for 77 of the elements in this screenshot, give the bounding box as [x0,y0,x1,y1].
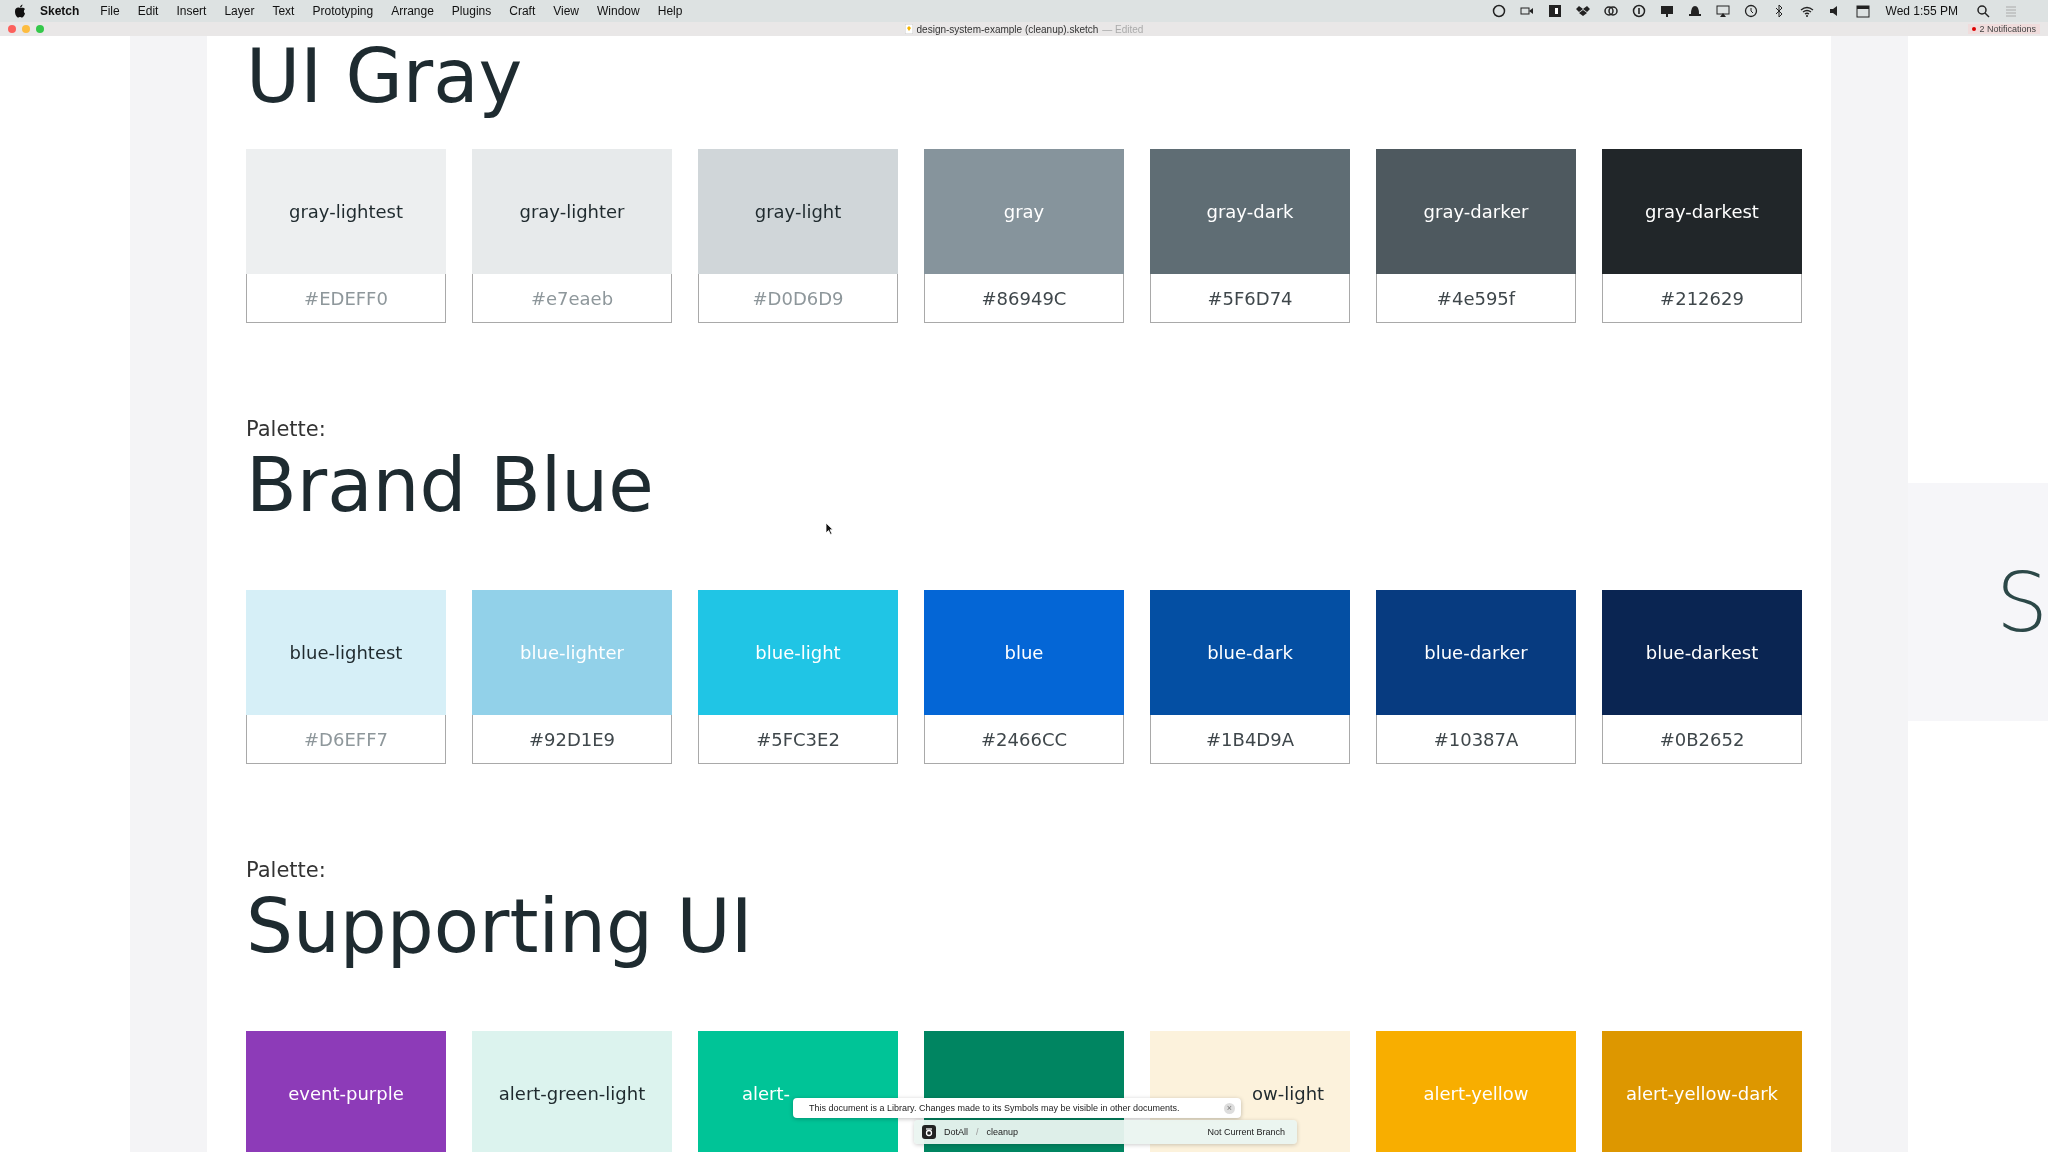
swatch-name: blue-darker [1424,642,1528,664]
mouse-cursor-icon [825,522,834,535]
clock-icon[interactable] [1743,4,1758,18]
rings-icon[interactable] [1603,4,1618,18]
path-separator: / [976,1127,979,1137]
menu-item[interactable]: Plugins [442,4,501,18]
branch-status: Not Current Branch [1207,1127,1285,1137]
document-icon [904,24,913,34]
swatch-name: ow-light [1252,1083,1325,1105]
swatch-name: blue-light [755,642,841,664]
hex-value: #0B2652 [1602,715,1802,765]
swatch-name: gray-lightest [288,201,404,223]
swatch-name: alert-yellow-dark [1626,1083,1778,1105]
project-name: DotAll [944,1127,968,1137]
menu-item[interactable]: Insert [167,4,216,18]
swatch-name: gray [1003,201,1045,223]
close-button[interactable]: × [1224,1102,1235,1114]
menu-item[interactable]: Edit [128,4,168,18]
menu-item[interactable]: Help [648,4,692,18]
hex-value: #86949C [924,274,1124,324]
menu-item[interactable]: Prototyping [303,4,383,18]
menu-item[interactable]: Arrange [382,4,443,18]
notice-message: This document is a Library. Changes made to its Symbols may be visible in other documents. [809,1103,1180,1113]
hex-value: #e7eaeb [472,274,672,324]
app-logo-icon [922,1125,936,1139]
square-icon[interactable] [1547,4,1562,18]
menu-item[interactable]: File [91,4,129,18]
hex-value: #4e595f [1376,274,1576,324]
record-icon[interactable] [1491,4,1506,18]
swatch-name: blue-lighter [520,642,624,664]
swatch-name: alert-green-light [498,1083,646,1105]
menu-item[interactable]: Layer [215,4,264,18]
swatch-name: blue [1004,642,1044,664]
palette-label: Palette: [246,858,326,883]
video-icon[interactable] [1519,4,1534,18]
swatch-name: gray-lighter [519,201,625,223]
hex-value: #D6EFF7 [246,715,446,765]
hex-value: #D0D6D9 [698,274,898,324]
menu-item[interactable]: Craft [500,4,545,18]
apple-icon[interactable] [14,4,26,18]
info-icon[interactable] [1631,4,1646,18]
hex-value: #1B4D9A [1150,715,1350,765]
hat-icon[interactable] [1687,4,1702,18]
notifications-badge[interactable]: 2 Notifications [1968,24,2040,34]
calendar-icon[interactable] [1855,4,1870,18]
swatch-name: alert- [741,1083,790,1105]
hex-value: #92D1E9 [472,715,672,765]
swatch-name: blue-lightest [289,642,403,664]
hex-value: #10387A [1376,715,1576,765]
window-title: design-system-example (cleanup).sketch [916,23,1099,35]
swatch-name: gray-darkest [1645,201,1759,223]
hex-value: #212629 [1602,274,1802,324]
menu-item[interactable]: Text [263,4,304,18]
menu-item[interactable]: View [544,4,589,18]
section-heading: UI Gray [246,34,523,120]
app-menu[interactable]: Sketch [26,4,92,18]
swatch-name: blue-darkest [1645,642,1759,664]
swatch-name: gray-darker [1423,201,1529,223]
search-icon[interactable] [1976,4,1990,18]
hex-value: #EDEFF0 [246,274,446,324]
artboard-heading: S [1995,554,2048,650]
swatch-name: gray-light [754,201,842,223]
monitor-icon[interactable] [1659,4,1674,18]
hex-value: #2466CC [924,715,1124,765]
swatch-name: blue-dark [1207,642,1293,664]
hex-value: #5FC3E2 [698,715,898,765]
swatch-name: gray-dark [1206,201,1294,223]
swatch-name: event-purple [288,1083,404,1105]
swatch-name: alert-yellow [1423,1083,1529,1105]
menu-clock[interactable]: Wed 1:55 PM [1885,4,1958,18]
palette-label: Palette: [246,417,326,442]
section-heading: Brand Blue [246,443,654,529]
wifi-icon[interactable] [1799,4,1814,18]
section-heading: Supporting UI [246,884,753,970]
menu-item[interactable]: Window [588,4,649,18]
branch-name: cleanup [986,1127,1019,1137]
hex-value: #5F6D74 [1150,274,1350,324]
